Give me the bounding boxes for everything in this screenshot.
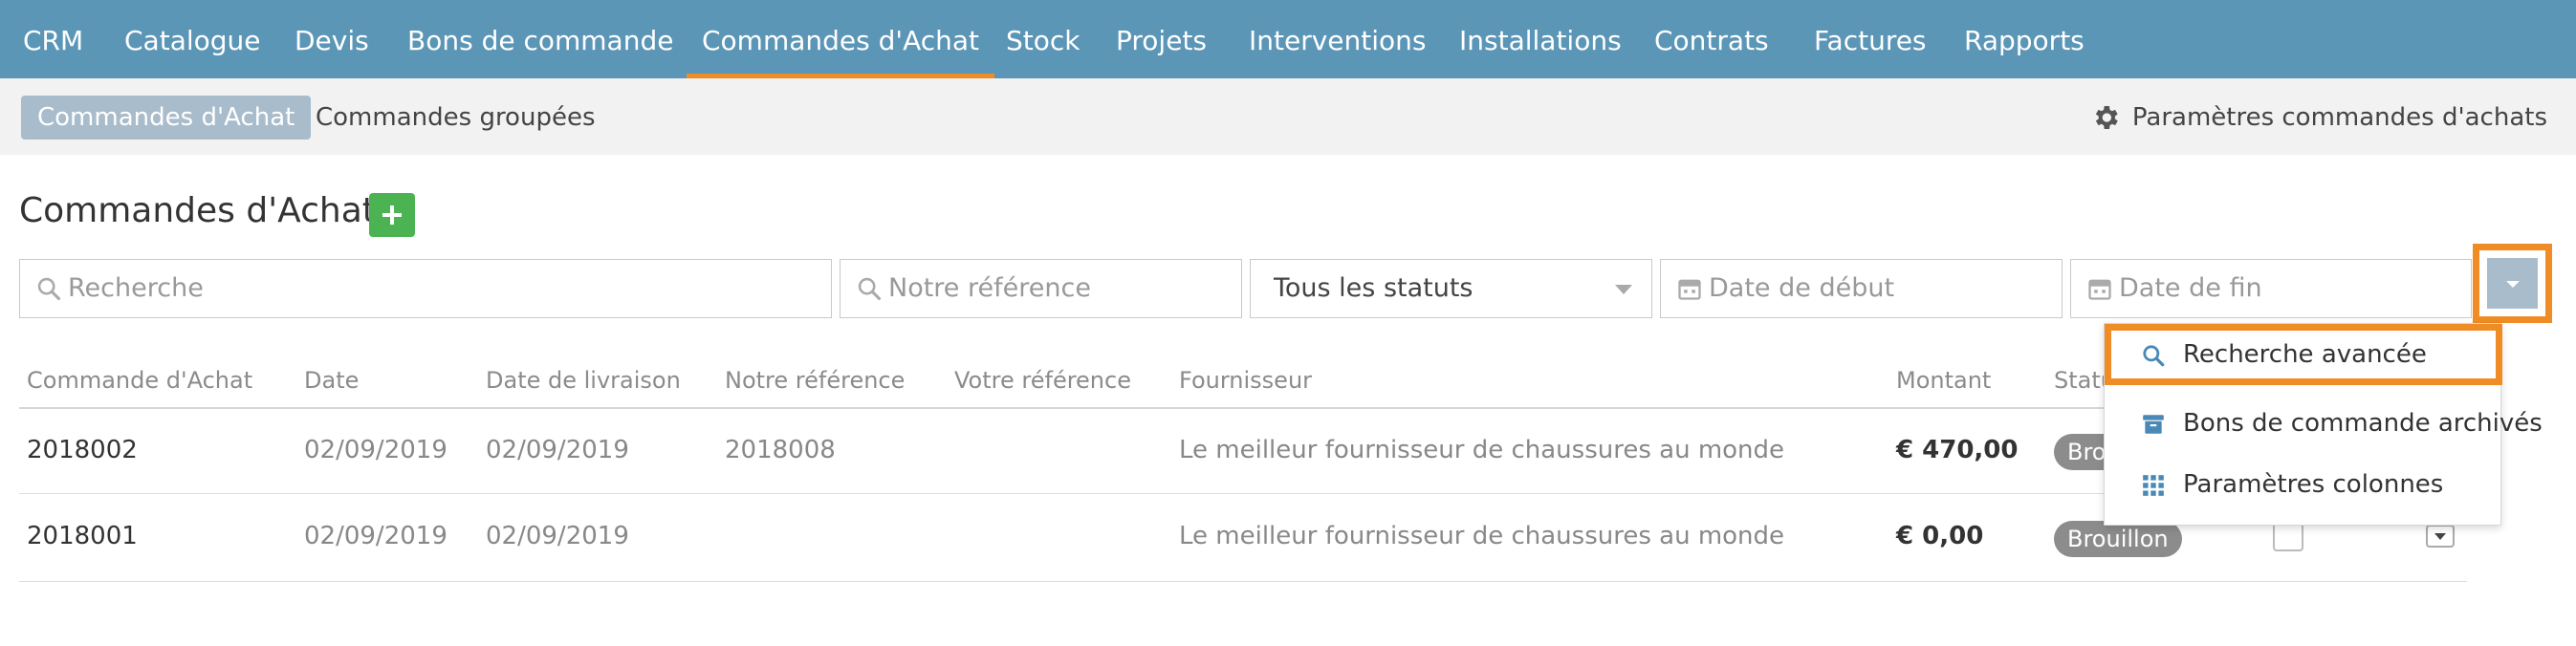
column-header-delivery-date[interactable]: Date de livraison: [486, 367, 681, 394]
caret-down-icon: [2487, 258, 2538, 309]
cell-delivery-date: 02/09/2019: [486, 522, 629, 550]
settings-label: Paramètres commandes d'achats: [2131, 103, 2547, 132]
row-actions-dropdown[interactable]: [2426, 525, 2455, 548]
menu-item-label: Bons de commande archivés: [2183, 409, 2543, 438]
search-input[interactable]: Recherche: [19, 259, 832, 318]
nav-tab-factures[interactable]: Factures: [1814, 0, 1927, 78]
nav-tab-catalogue[interactable]: Catalogue: [124, 0, 261, 78]
status-badge: Brouillon: [2054, 434, 2104, 470]
archive-icon: [2143, 415, 2164, 434]
cell-delivery-date: 02/09/2019: [486, 436, 629, 464]
cell-amount: € 0,00: [1896, 522, 1984, 550]
grid-icon: [2143, 475, 2164, 496]
cell-order[interactable]: 2018001: [27, 522, 138, 550]
cell-amount: € 470,00: [1896, 436, 2019, 464]
column-header-your-reference[interactable]: Votre référence: [954, 367, 1131, 394]
cell-supplier: Le meilleur fournisseur de chaussures au…: [1179, 436, 1785, 464]
column-header-our-reference[interactable]: Notre référence: [725, 367, 905, 394]
cell-our-reference: 2018008: [725, 436, 836, 464]
sub-navigation: Commandes d'Achat Commandes groupées Par…: [0, 78, 2576, 155]
cell-supplier: Le meilleur fournisseur de chaussures au…: [1179, 522, 1785, 550]
row-divider: [19, 493, 2467, 494]
more-options-menu: Recherche avancée Bons de commande archi…: [2104, 323, 2543, 526]
reference-input[interactable]: Notre référence: [840, 259, 1242, 318]
nav-tab-stock[interactable]: Stock: [1006, 0, 1081, 78]
status-select-value: Tous les statuts: [1274, 273, 1474, 303]
start-date-placeholder: Date de début: [1709, 273, 1895, 303]
search-icon: [2143, 345, 2165, 367]
cell-date: 02/09/2019: [304, 522, 448, 550]
menu-item-label: Paramètres colonnes: [2183, 470, 2444, 499]
status-badge: Brouillon: [2054, 521, 2182, 557]
cell-date: 02/09/2019: [304, 436, 448, 464]
more-options-dropdown-button[interactable]: [2473, 244, 2552, 323]
top-navigation: CRM Catalogue Devis Bons de commande Com…: [0, 0, 2576, 78]
status-select[interactable]: Tous les statuts: [1250, 259, 1652, 318]
column-header-supplier[interactable]: Fournisseur: [1179, 367, 1312, 394]
nav-tab-rapports[interactable]: Rapports: [1964, 0, 2085, 78]
nav-tab-contrats[interactable]: Contrats: [1654, 0, 1769, 78]
nav-tab-commandes-achat[interactable]: Commandes d'Achat: [686, 0, 995, 78]
column-header-order[interactable]: Commande d'Achat: [27, 367, 252, 394]
add-purchase-order-button[interactable]: [369, 193, 415, 237]
end-date-input[interactable]: Date de fin: [2070, 259, 2472, 318]
search-icon: [37, 277, 61, 301]
menu-item-archived-orders[interactable]: Bons de commande archivés: [2105, 393, 2543, 454]
start-date-input[interactable]: Date de début: [1660, 259, 2063, 318]
search-icon: [858, 277, 882, 301]
gear-icon: [2095, 106, 2118, 129]
reference-placeholder: Notre référence: [888, 273, 1091, 303]
nav-tab-installations[interactable]: Installations: [1459, 0, 1622, 78]
nav-tab-devis[interactable]: Devis: [295, 0, 369, 78]
row-divider: [19, 581, 2467, 582]
column-header-date[interactable]: Date: [304, 367, 359, 394]
page-title: Commandes d'Achat: [19, 191, 376, 230]
menu-item-advanced-search[interactable]: Recherche avancée: [2105, 324, 2502, 385]
nav-tab-projets[interactable]: Projets: [1116, 0, 1207, 78]
end-date-placeholder: Date de fin: [2119, 273, 2262, 303]
subtab-commandes-groupees[interactable]: Commandes groupées: [316, 96, 596, 140]
subtab-commandes-achat[interactable]: Commandes d'Achat: [21, 96, 312, 140]
caret-down-icon: [1615, 285, 1632, 294]
nav-tab-crm[interactable]: CRM: [23, 0, 83, 78]
nav-tab-interventions[interactable]: Interventions: [1249, 0, 1427, 78]
cell-order[interactable]: 2018002: [27, 436, 138, 464]
nav-tab-bons-de-commande[interactable]: Bons de commande: [407, 0, 673, 78]
search-placeholder: Recherche: [68, 273, 204, 303]
calendar-icon: [1678, 279, 1701, 300]
menu-item-label: Recherche avancée: [2183, 340, 2427, 369]
menu-item-column-settings[interactable]: Paramètres colonnes: [2105, 454, 2502, 515]
column-header-amount[interactable]: Montant: [1896, 367, 1991, 394]
calendar-icon: [2088, 279, 2111, 300]
table-header-divider: [19, 407, 2467, 409]
purchase-order-settings-link[interactable]: Paramètres commandes d'achats: [2090, 96, 2547, 140]
